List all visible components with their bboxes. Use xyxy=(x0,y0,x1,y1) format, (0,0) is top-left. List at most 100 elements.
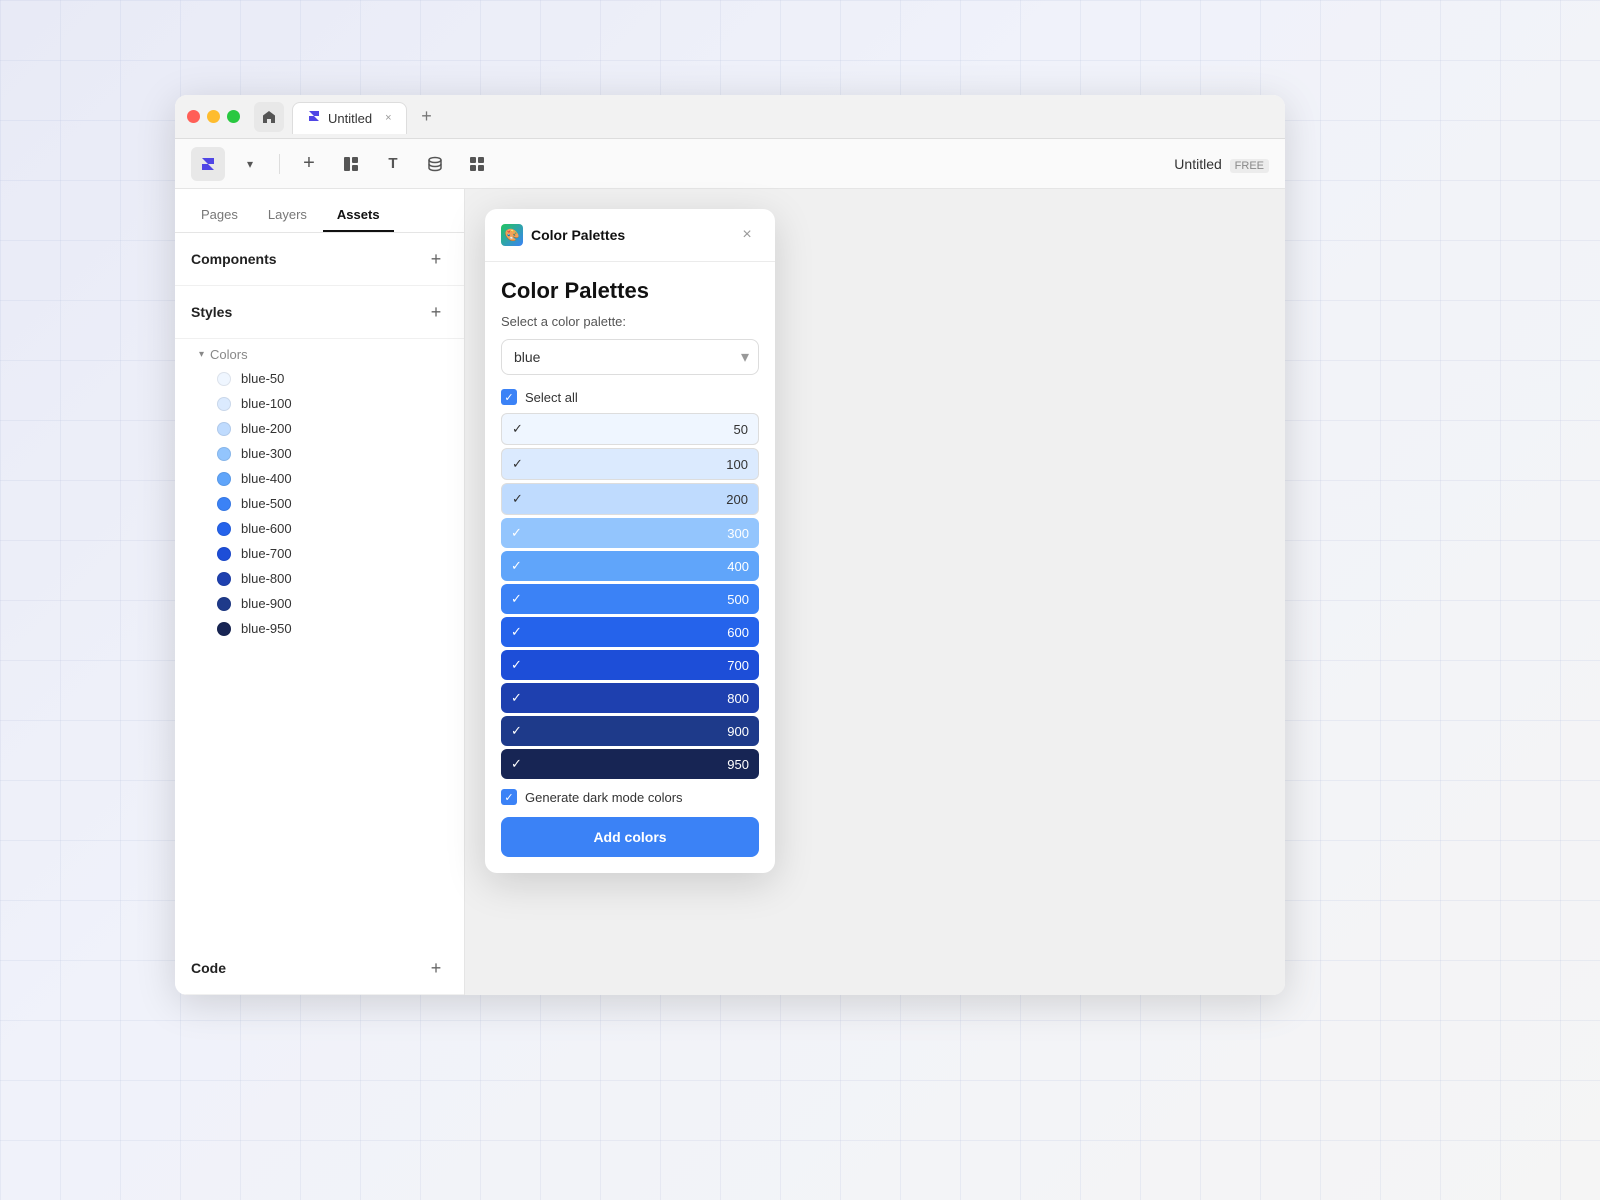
sidebar-color-item[interactable]: blue-800 xyxy=(175,566,464,591)
home-button[interactable] xyxy=(254,102,284,132)
modal-color-row[interactable]: ✓ 200 xyxy=(501,483,759,515)
color-name: blue-300 xyxy=(241,446,292,461)
sidebar-color-item[interactable]: blue-300 xyxy=(175,441,464,466)
sidebar-tab-pages[interactable]: Pages xyxy=(187,199,252,232)
new-tab-button[interactable]: + xyxy=(413,103,441,131)
styles-add-button[interactable]: + xyxy=(424,300,448,324)
minimize-light[interactable] xyxy=(207,110,220,123)
modal-subtitle: Select a color palette: xyxy=(501,314,759,329)
color-row-value: 100 xyxy=(726,457,748,472)
tab-close-button[interactable]: × xyxy=(385,112,391,124)
traffic-lights xyxy=(187,110,240,123)
sidebar-color-item[interactable]: blue-700 xyxy=(175,541,464,566)
modal-color-rows: ✓ 50 ✓ 100 ✓ 200 ✓ 300 ✓ 400 ✓ 500 ✓ 600 xyxy=(501,413,759,779)
check-mark-icon: ✓ xyxy=(511,756,522,772)
modal-close-button[interactable]: × xyxy=(735,223,759,247)
color-swatch xyxy=(217,622,231,636)
check-mark-icon: ✓ xyxy=(511,591,522,607)
select-all-checkbox[interactable]: ✓ xyxy=(501,389,517,405)
code-section: Code + xyxy=(175,942,464,995)
sidebar-tab-layers[interactable]: Layers xyxy=(254,199,321,232)
components-section: Components + xyxy=(175,233,464,286)
colors-chevron-icon: ▾ xyxy=(199,349,204,360)
components-add-button[interactable]: + xyxy=(424,247,448,271)
select-all-row[interactable]: ✓ Select all xyxy=(501,389,759,405)
modal-color-row[interactable]: ✓ 100 xyxy=(501,448,759,480)
sidebar-color-item[interactable]: blue-400 xyxy=(175,466,464,491)
check-mark-icon: ✓ xyxy=(511,723,522,739)
plan-badge: FREE xyxy=(1230,159,1269,173)
dark-mode-checkbox[interactable]: ✓ xyxy=(501,789,517,805)
modal-color-row[interactable]: ✓ 300 xyxy=(501,518,759,548)
modal-color-row[interactable]: ✓ 900 xyxy=(501,716,759,746)
close-light[interactable] xyxy=(187,110,200,123)
color-row-left: ✓ xyxy=(512,491,523,507)
modal-color-row[interactable]: ✓ 600 xyxy=(501,617,759,647)
styles-section-header[interactable]: Styles + xyxy=(191,300,448,324)
colors-subsection-header[interactable]: ▾ Colors xyxy=(175,339,464,366)
color-name: blue-950 xyxy=(241,621,292,636)
dark-mode-row[interactable]: ✓ Generate dark mode colors xyxy=(501,789,759,805)
modal-color-row[interactable]: ✓ 950 xyxy=(501,749,759,779)
sidebar-color-item[interactable]: blue-500 xyxy=(175,491,464,516)
browser-window: Untitled × + ▾ + T xyxy=(175,95,1285,995)
modal-body: Color Palettes Select a color palette: b… xyxy=(485,262,775,873)
framer-logo-button[interactable] xyxy=(191,147,225,181)
code-section-header[interactable]: Code + xyxy=(191,956,448,980)
sidebar-color-item[interactable]: blue-50 xyxy=(175,366,464,391)
color-name: blue-400 xyxy=(241,471,292,486)
color-row-left: ✓ xyxy=(512,456,523,472)
color-swatch xyxy=(217,397,231,411)
color-name: blue-700 xyxy=(241,546,292,561)
modal-color-row[interactable]: ✓ 400 xyxy=(501,551,759,581)
layout-button[interactable] xyxy=(334,147,368,181)
toolbar-dropdown-arrow[interactable]: ▾ xyxy=(233,147,267,181)
browser-tab[interactable]: Untitled × xyxy=(292,102,407,134)
color-row-left: ✓ xyxy=(511,558,522,574)
sidebar-color-item[interactable]: blue-900 xyxy=(175,591,464,616)
modal-color-row[interactable]: ✓ 500 xyxy=(501,584,759,614)
modal-color-row[interactable]: ✓ 800 xyxy=(501,683,759,713)
color-swatch xyxy=(217,497,231,511)
text-button[interactable]: T xyxy=(376,147,410,181)
title-bar: Untitled × + xyxy=(175,95,1285,139)
sidebar-color-item[interactable]: blue-600 xyxy=(175,516,464,541)
maximize-light[interactable] xyxy=(227,110,240,123)
framer-icon xyxy=(307,109,321,128)
color-swatch xyxy=(217,447,231,461)
modal-color-row[interactable]: ✓ 50 xyxy=(501,413,759,445)
sidebar-color-item[interactable]: blue-100 xyxy=(175,391,464,416)
sidebar-color-item[interactable]: blue-200 xyxy=(175,416,464,441)
modal-title: Color Palettes xyxy=(501,278,759,304)
color-palettes-modal: 🎨 Color Palettes × Color Palettes Select… xyxy=(485,209,775,873)
color-name: blue-500 xyxy=(241,496,292,511)
check-mark-icon: ✓ xyxy=(511,525,522,541)
sidebar-tab-assets[interactable]: Assets xyxy=(323,199,394,232)
color-swatch xyxy=(217,547,231,561)
color-name: blue-600 xyxy=(241,521,292,536)
add-button[interactable]: + xyxy=(292,147,326,181)
color-row-value: 800 xyxy=(727,691,749,706)
check-mark-icon: ✓ xyxy=(511,558,522,574)
sidebar-color-list: blue-50 blue-100 blue-200 blue-300 blue-… xyxy=(175,366,464,641)
add-colors-button[interactable]: Add colors xyxy=(501,817,759,857)
database-button[interactable] xyxy=(418,147,452,181)
main-content: Pages Layers Assets Components + Styles … xyxy=(175,189,1285,995)
color-row-left: ✓ xyxy=(511,723,522,739)
color-name: blue-100 xyxy=(241,396,292,411)
modal-color-row[interactable]: ✓ 700 xyxy=(501,650,759,680)
color-row-left: ✓ xyxy=(511,657,522,673)
palette-dropdown[interactable]: blueredgreenpurpleorangeyellowpinkgray xyxy=(501,339,759,375)
check-mark-icon: ✓ xyxy=(512,456,523,472)
color-name: blue-800 xyxy=(241,571,292,586)
sidebar-color-item[interactable]: blue-950 xyxy=(175,616,464,641)
canvas-area: 🎨 Color Palettes × Color Palettes Select… xyxy=(465,189,1285,995)
color-swatch xyxy=(217,422,231,436)
dark-mode-label: Generate dark mode colors xyxy=(525,790,683,805)
tab-title: Untitled xyxy=(328,111,372,126)
components-section-header[interactable]: Components + xyxy=(191,247,448,271)
grid-button[interactable] xyxy=(460,147,494,181)
color-swatch xyxy=(217,472,231,486)
toolbar: ▾ + T Untitled xyxy=(175,139,1285,189)
code-add-button[interactable]: + xyxy=(424,956,448,980)
